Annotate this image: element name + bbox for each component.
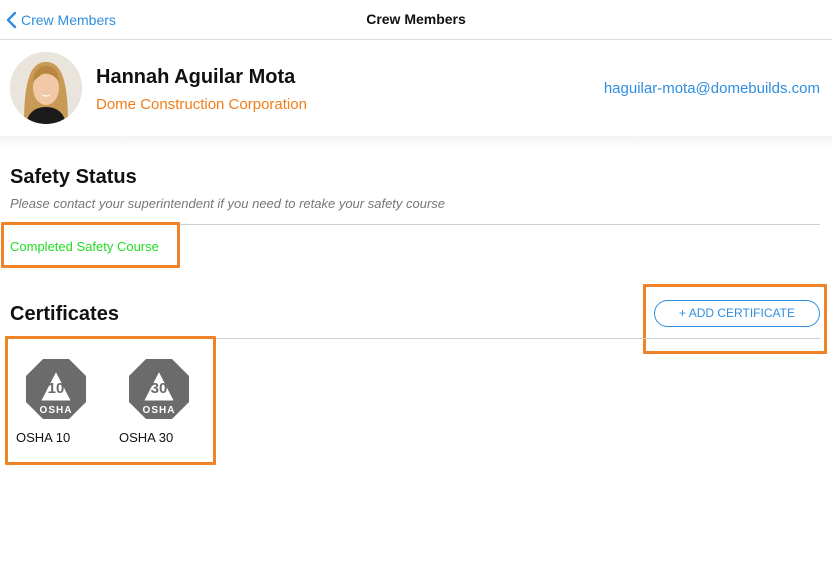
profile-email-link[interactable]: haguilar-mota@domebuilds.com bbox=[604, 80, 820, 97]
profile-name: Hannah Aguilar Mota bbox=[96, 66, 296, 88]
safety-status-heading: Safety Status bbox=[10, 166, 137, 188]
page-title: Crew Members bbox=[366, 11, 466, 27]
certificates-highlight bbox=[5, 336, 216, 465]
safety-status-highlight bbox=[1, 222, 180, 268]
profile-photo bbox=[10, 52, 82, 124]
certificates-heading: Certificates bbox=[10, 303, 119, 325]
profile-company: Dome Construction Corporation bbox=[96, 96, 307, 113]
avatar bbox=[10, 52, 82, 124]
add-certificate-highlight bbox=[643, 284, 827, 354]
section-separator bbox=[0, 136, 832, 150]
navigation-bar: Crew Members Crew Members bbox=[0, 0, 832, 40]
safety-status-note: Please contact your superintendent if yo… bbox=[10, 196, 446, 211]
profile-header: Hannah Aguilar Mota Dome Construction Co… bbox=[0, 40, 832, 136]
